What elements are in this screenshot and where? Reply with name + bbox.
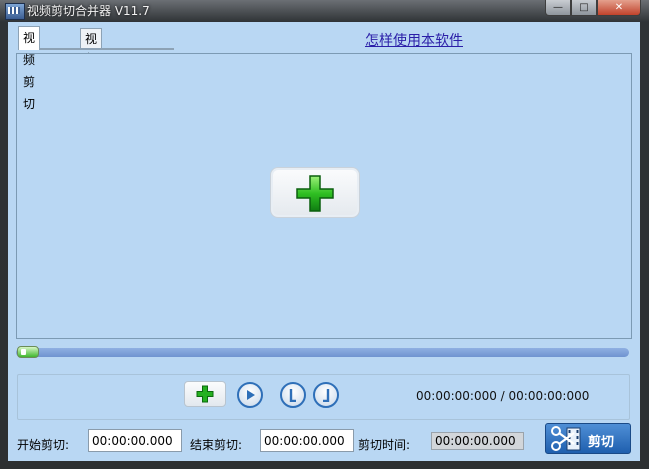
film-app-icon bbox=[5, 3, 25, 20]
mark-start-button[interactable] bbox=[280, 382, 306, 408]
time-display: 00:00:00:000 / 00:00:00:000 bbox=[416, 389, 590, 403]
maximize-button[interactable]: □ bbox=[571, 0, 597, 16]
maximize-icon: □ bbox=[579, 2, 589, 13]
window-title: 视频剪切合并器 V11.7 bbox=[27, 4, 150, 18]
progress-handle[interactable] bbox=[17, 346, 39, 358]
tab-video-merge[interactable]: 视频合并 bbox=[80, 28, 103, 106]
play-button[interactable] bbox=[237, 382, 263, 408]
end-cut-label: 结束剪切: bbox=[190, 438, 243, 452]
main-panel: 视频剪切 视频合并 怎样使用本软件 bbox=[8, 22, 640, 461]
progress-track[interactable] bbox=[16, 348, 629, 357]
cut-duration-label: 剪切时间: bbox=[358, 438, 411, 452]
cut-button[interactable]: 剪切 bbox=[545, 423, 631, 454]
start-cut-label: 开始剪切: bbox=[17, 438, 70, 452]
minimize-icon: — bbox=[553, 2, 563, 13]
play-icon bbox=[247, 390, 255, 400]
end-cut-input[interactable] bbox=[260, 429, 354, 452]
scissors-film-icon bbox=[551, 426, 581, 451]
mark-end-button[interactable] bbox=[313, 382, 339, 408]
green-plus-icon bbox=[296, 174, 334, 212]
close-icon: ✕ bbox=[614, 2, 624, 13]
green-plus-icon bbox=[196, 385, 214, 403]
minimize-button[interactable]: — bbox=[545, 0, 571, 16]
mark-start-icon bbox=[289, 389, 296, 402]
help-link[interactable]: 怎样使用本软件 bbox=[365, 30, 463, 50]
close-button[interactable]: ✕ bbox=[597, 0, 641, 16]
mark-end-icon bbox=[323, 389, 330, 402]
tab-strip-border bbox=[18, 48, 174, 50]
cut-button-label: 剪切 bbox=[588, 435, 615, 450]
add-file-button[interactable] bbox=[184, 381, 226, 407]
window-controls: — □ ✕ bbox=[545, 0, 641, 17]
playback-controls: 00:00:00:000 / 00:00:00:000 bbox=[17, 374, 630, 420]
add-video-button[interactable] bbox=[270, 167, 360, 218]
title-bar[interactable]: 视频剪切合并器 V11.7 — □ ✕ bbox=[0, 0, 649, 22]
tab-video-cut[interactable]: 视频剪切 bbox=[18, 26, 41, 111]
cut-duration-field bbox=[431, 432, 524, 450]
video-preview[interactable] bbox=[16, 53, 632, 339]
app-window: 视频剪切合并器 V11.7 — □ ✕ 视频剪切 视频合并 怎样使用本软件 bbox=[0, 0, 649, 469]
start-cut-input[interactable] bbox=[88, 429, 182, 452]
